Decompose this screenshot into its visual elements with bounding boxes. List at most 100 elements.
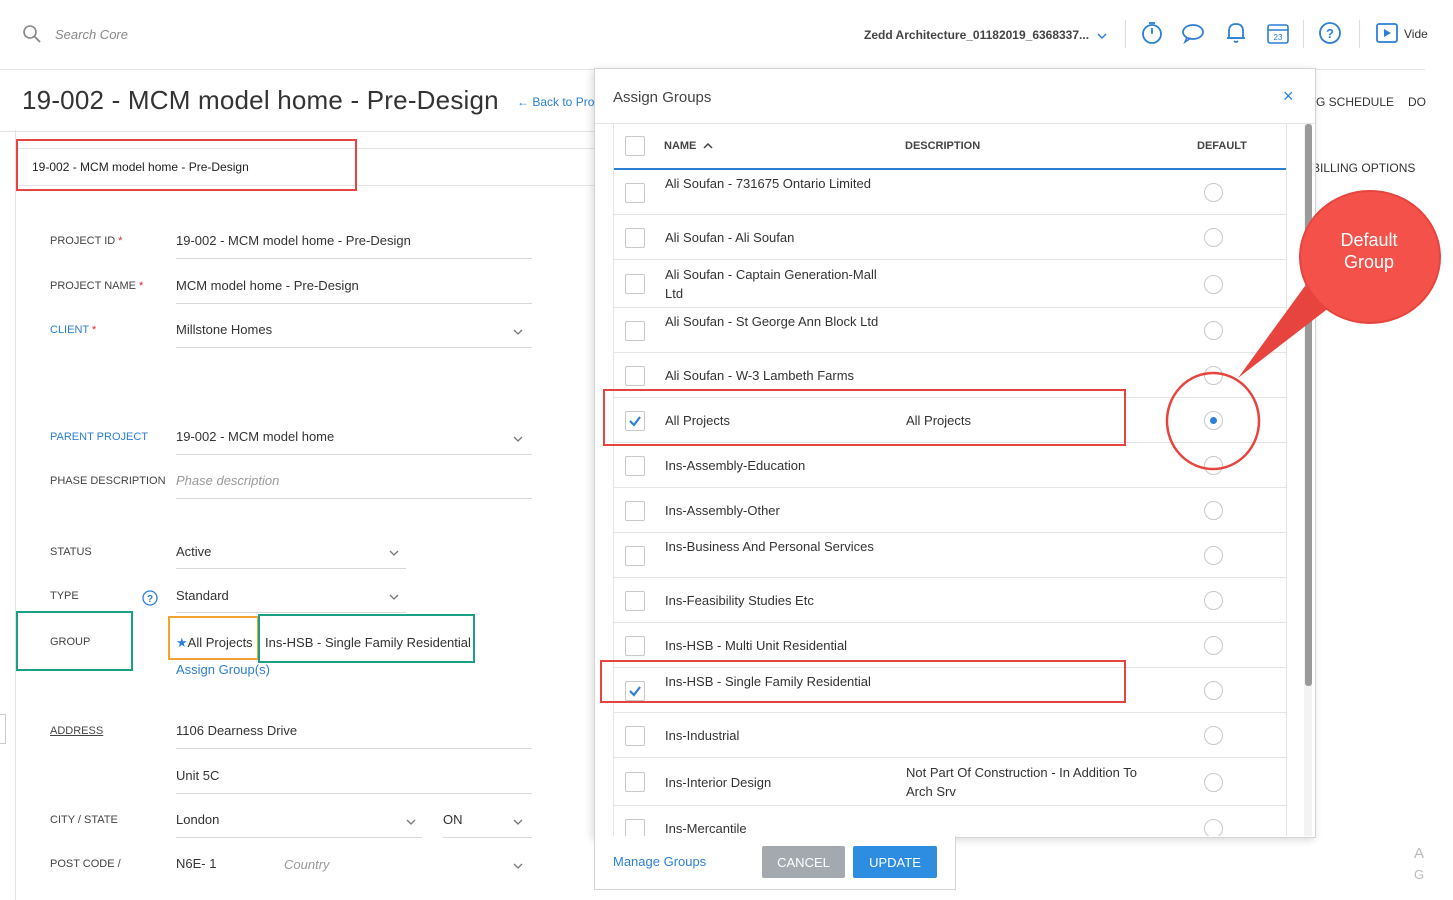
field-underline: [176, 347, 532, 348]
default-radio[interactable]: [1204, 681, 1223, 700]
address-line-1-field[interactable]: 1106 Dearness Drive: [176, 723, 297, 738]
calendar-icon[interactable]: 23: [1265, 20, 1291, 46]
row-checkbox[interactable]: [625, 636, 645, 656]
default-radio[interactable]: [1204, 726, 1223, 745]
country-select[interactable]: Country: [284, 857, 330, 872]
field-underline: [443, 837, 532, 838]
video-link[interactable]: Vide: [1404, 27, 1428, 41]
city-field[interactable]: London: [176, 812, 219, 827]
group-name: Ali Soufan - Ali Soufan: [665, 230, 795, 245]
project-name-field[interactable]: MCM model home - Pre-Design: [176, 278, 359, 293]
field-underline: [176, 837, 422, 838]
chevron-down-icon[interactable]: [389, 594, 399, 600]
search-icon[interactable]: [22, 24, 42, 44]
annotation-box: [16, 611, 133, 671]
assign-groups-link[interactable]: Assign Group(s): [176, 662, 270, 677]
row-checkbox[interactable]: [625, 456, 645, 476]
group-name: Ins-Assembly-Other: [665, 503, 780, 518]
bell-icon[interactable]: [1223, 20, 1249, 46]
annotation-box: [168, 616, 259, 660]
city-state-label: CITY / STATE: [50, 814, 118, 826]
client-select[interactable]: Millstone Homes: [176, 322, 272, 337]
search-input[interactable]: Search Core: [55, 27, 128, 42]
address-line-2-field[interactable]: Unit 5C: [176, 768, 219, 783]
type-select[interactable]: Standard: [176, 588, 229, 603]
field-underline: [176, 748, 532, 749]
chat-icon[interactable]: [1180, 20, 1206, 46]
row-checkbox[interactable]: [625, 591, 645, 611]
group-name: Ins-Mercantile: [665, 821, 747, 836]
default-radio[interactable]: [1204, 636, 1223, 655]
default-radio[interactable]: [1204, 501, 1223, 520]
field-underline: [176, 454, 532, 455]
group-name: Ins-Business And Personal Services: [665, 539, 874, 554]
column-header-name[interactable]: NAME: [664, 140, 713, 152]
manage-groups-link[interactable]: Manage Groups: [613, 854, 706, 869]
group-name: Ins-Industrial: [665, 728, 740, 743]
field-underline: [176, 258, 532, 259]
row-checkbox[interactable]: [625, 726, 645, 746]
timer-icon[interactable]: [1139, 20, 1165, 46]
state-select[interactable]: ON: [443, 812, 463, 827]
close-icon[interactable]: ×: [1283, 86, 1294, 107]
update-button[interactable]: UPDATE: [853, 846, 937, 878]
status-label: STATUS: [50, 546, 92, 558]
table-row[interactable]: Ins-Industrial: [614, 713, 1286, 758]
post-code-field[interactable]: N6E- 1: [176, 856, 216, 871]
default-radio[interactable]: [1204, 819, 1223, 836]
video-icon[interactable]: [1374, 20, 1400, 46]
chevron-down-icon[interactable]: [406, 819, 416, 825]
phase-description-label: PHASE DESCRIPTION: [50, 475, 166, 487]
row-checkbox[interactable]: [625, 772, 645, 792]
tab-documents[interactable]: DO: [1408, 95, 1426, 109]
table-row[interactable]: Ins-Mercantile: [614, 806, 1286, 836]
select-all-checkbox[interactable]: [625, 136, 645, 156]
row-checkbox[interactable]: [625, 501, 645, 521]
parent-project-label[interactable]: PARENT PROJECT: [50, 431, 148, 443]
annotation-box: [603, 389, 1126, 446]
group-name: Ali Soufan - Captain Generation-Mall Ltd: [665, 267, 877, 301]
table-row[interactable]: Ins-Feasibility Studies Etc: [614, 578, 1286, 623]
collapse-handle[interactable]: [0, 714, 6, 744]
company-selector[interactable]: Zedd Architecture_01182019_6368337...: [864, 28, 1089, 42]
divider: [1125, 20, 1126, 48]
default-radio[interactable]: [1204, 591, 1223, 610]
modal-title: Assign Groups: [613, 89, 712, 106]
cancel-button[interactable]: CANCEL: [762, 846, 845, 878]
client-label[interactable]: CLIENT *: [50, 324, 96, 336]
tab-billing-options[interactable]: BILLING OPTIONS: [1312, 161, 1415, 175]
chevron-down-icon[interactable]: [513, 436, 523, 442]
row-checkbox[interactable]: [625, 819, 645, 836]
row-checkbox[interactable]: [625, 321, 645, 341]
chevron-down-icon[interactable]: [513, 329, 523, 335]
chevron-down-icon[interactable]: [389, 550, 399, 556]
row-checkbox[interactable]: [625, 546, 645, 566]
row-checkbox[interactable]: [625, 183, 645, 203]
chevron-down-icon[interactable]: [513, 863, 523, 869]
group-name: Ins-HSB - Multi Unit Residential: [665, 638, 848, 653]
table-row[interactable]: Ins-Business And Personal Services: [614, 533, 1286, 578]
row-checkbox[interactable]: [625, 366, 645, 386]
default-radio[interactable]: [1204, 773, 1223, 792]
status-select[interactable]: Active: [176, 544, 211, 559]
row-checkbox[interactable]: [625, 228, 645, 248]
tab-schedule[interactable]: G SCHEDULE: [1316, 95, 1394, 109]
group-name: Ins-Feasibility Studies Etc: [665, 593, 814, 608]
default-radio[interactable]: [1204, 546, 1223, 565]
type-label: TYPE: [50, 590, 79, 602]
row-checkbox[interactable]: [625, 274, 645, 294]
address-label[interactable]: ADDRESS: [50, 725, 103, 737]
help-icon[interactable]: ?: [142, 590, 158, 606]
top-bar: [0, 0, 1425, 70]
table-row[interactable]: Ins-Interior Design Not Part Of Construct…: [614, 758, 1286, 806]
group-name: Ins-Assembly-Education: [665, 458, 806, 473]
parent-project-select[interactable]: 19-002 - MCM model home: [176, 429, 334, 444]
help-icon[interactable]: ?: [1317, 20, 1343, 46]
chevron-down-icon[interactable]: [513, 819, 523, 825]
table-row[interactable]: Ins-Assembly-Other: [614, 488, 1286, 533]
project-id-field[interactable]: 19-002 - MCM model home - Pre-Design: [176, 233, 411, 248]
back-link[interactable]: ← Back to Pro: [517, 95, 594, 109]
divider: [1359, 20, 1360, 48]
phase-description-input[interactable]: Phase description: [176, 473, 279, 488]
chevron-down-icon[interactable]: [1097, 33, 1107, 39]
